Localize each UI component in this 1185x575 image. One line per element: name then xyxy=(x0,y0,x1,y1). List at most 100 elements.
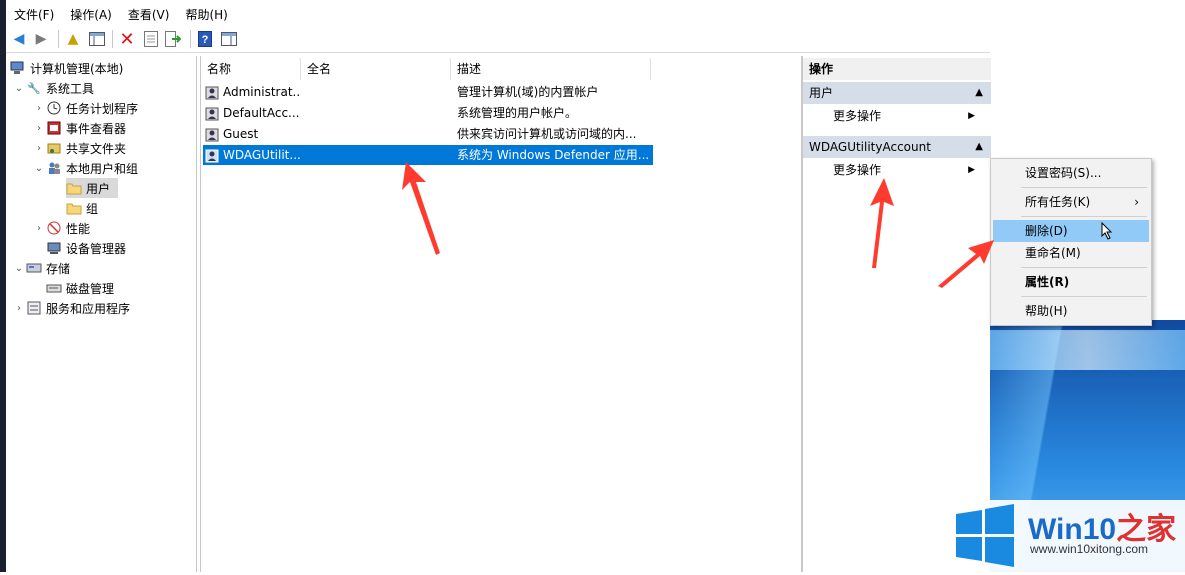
submenu-arrow-icon: ▶ xyxy=(968,111,975,121)
table-row[interactable]: DefaultAcc... 系统管理的用户帐户。 xyxy=(203,103,653,123)
device-manager-icon xyxy=(46,240,62,256)
tree-disk-management[interactable]: 磁盘管理 xyxy=(32,278,114,298)
tree-task-scheduler[interactable]: › 任务计划程序 xyxy=(32,98,138,118)
row-description: 供来宾访问计算机或访问域的内... xyxy=(457,127,637,141)
menu-item-set-password[interactable]: 设置密码(S)... xyxy=(993,162,1149,184)
column-header-fullname[interactable]: 全名 xyxy=(301,58,451,80)
collapse-up-icon[interactable]: ▲ xyxy=(975,82,983,104)
menu-item-help[interactable]: 帮助(H) xyxy=(993,300,1149,322)
row-name: DefaultAcc... xyxy=(223,106,300,120)
tree-storage[interactable]: ⌄ 存储 xyxy=(12,258,70,278)
chevron-right-icon[interactable]: › xyxy=(12,303,26,314)
table-row[interactable]: Administrat... 管理计算机(域)的内置帐户 xyxy=(203,82,653,102)
chevron-down-icon[interactable]: ⌄ xyxy=(12,83,26,94)
back-icon[interactable]: ◀ xyxy=(10,30,28,48)
clock-icon xyxy=(46,100,62,116)
actions-section-users-label: 用户 xyxy=(809,86,834,100)
chevron-down-icon[interactable]: ⌄ xyxy=(12,263,26,274)
properties-icon[interactable] xyxy=(142,30,160,48)
folder-icon xyxy=(66,180,82,196)
column-header-description[interactable]: 描述 xyxy=(451,58,651,80)
menu-item-rename[interactable]: 重命名(M) xyxy=(993,242,1149,264)
watermark-url: www.win10xitong.com xyxy=(1030,542,1149,556)
submenu-arrow-icon: ▶ xyxy=(968,165,975,175)
delete-icon[interactable]: ✕ xyxy=(118,29,136,50)
tree-device-manager[interactable]: 设备管理器 xyxy=(32,238,126,258)
menu-item-delete[interactable]: 删除(D) xyxy=(993,220,1149,242)
user-icon xyxy=(205,145,221,165)
tools-icon: 🔧 xyxy=(27,81,41,95)
menu-item-delete-label: 删除(D) xyxy=(1025,224,1068,238)
tree-services-apps[interactable]: › 服务和应用程序 xyxy=(12,298,130,318)
annotation-arrow-3 xyxy=(938,240,994,288)
services-icon xyxy=(26,300,42,316)
menu-file[interactable]: 文件(F) xyxy=(6,4,62,24)
context-menu: 设置密码(S)... 所有任务(K) › 删除(D) 重命名(M) 属性(R) … xyxy=(990,158,1152,326)
menu-help[interactable]: 帮助(H) xyxy=(177,4,235,24)
tree-root[interactable]: 计算机管理(本地) xyxy=(10,58,123,78)
up-folder-icon[interactable]: ▲ xyxy=(64,30,82,48)
menu-item-all-tasks[interactable]: 所有任务(K) › xyxy=(993,191,1149,213)
user-icon xyxy=(205,103,221,123)
user-icon xyxy=(205,124,221,144)
chevron-right-icon[interactable]: › xyxy=(32,143,46,154)
actions-section-account-label: WDAGUtilityAccount xyxy=(809,140,931,154)
computer-management-window: 文件(F) 操作(A) 查看(V) 帮助(H) ◀ ▶ ▲ ✕ ? 计算机管理(… xyxy=(6,0,991,572)
actions-title: 操作 xyxy=(803,58,991,80)
row-description: 系统管理的用户帐户。 xyxy=(457,106,578,120)
actions-pane: 操作 用户 ▲ 更多操作 ▶ WDAGUtilityAccount ▲ 更多操作… xyxy=(802,56,991,572)
show-hide-tree-icon[interactable] xyxy=(88,30,106,48)
chevron-down-icon[interactable]: ⌄ xyxy=(32,163,46,174)
chevron-right-icon: › xyxy=(1134,195,1139,209)
tree-root-label: 计算机管理(本地) xyxy=(30,61,124,76)
win10-watermark-logo: Win10之家 www.win10xitong.com xyxy=(952,500,1185,572)
actions-section-account[interactable]: WDAGUtilityAccount ▲ xyxy=(803,136,991,158)
column-header-name[interactable]: 名称 xyxy=(201,58,301,80)
more-actions-users[interactable]: 更多操作 ▶ xyxy=(833,106,983,126)
toolbar: ◀ ▶ ▲ ✕ ? xyxy=(6,26,990,53)
more-actions-label: 更多操作 xyxy=(833,109,882,123)
tree-performance[interactable]: › 性能 xyxy=(32,218,90,238)
export-icon[interactable] xyxy=(164,30,182,48)
chevron-right-icon[interactable]: › xyxy=(32,223,46,234)
actions-section-users[interactable]: 用户 ▲ xyxy=(803,82,991,104)
row-name: Guest xyxy=(223,127,259,141)
show-action-pane-icon[interactable] xyxy=(220,30,238,48)
help-icon[interactable]: ? xyxy=(196,30,214,48)
tree-local-users-groups[interactable]: ⌄ 本地用户和组 xyxy=(32,158,138,178)
tree-groups-label: 组 xyxy=(86,201,99,216)
row-description: 系统为 Windows Defender 应用... xyxy=(457,148,650,162)
row-name: WDAGUtilit... xyxy=(223,148,301,162)
computer-management-icon xyxy=(10,60,26,76)
shared-folder-icon xyxy=(46,140,62,156)
table-row[interactable]: Guest 供来宾访问计算机或访问域的内... xyxy=(203,124,653,144)
tree-groups[interactable]: 组 xyxy=(66,198,98,218)
tree-storage-label: 存储 xyxy=(46,261,71,276)
more-actions-account[interactable]: 更多操作 ▶ xyxy=(833,160,983,180)
tree-performance-label: 性能 xyxy=(66,221,91,236)
tree-local-users-groups-label: 本地用户和组 xyxy=(66,161,139,176)
chevron-right-icon[interactable]: › xyxy=(32,103,46,114)
menu-item-all-tasks-label: 所有任务(K) xyxy=(1025,195,1091,209)
disk-icon xyxy=(46,280,62,296)
annotation-arrow-2 xyxy=(870,178,894,268)
menu-bar: 文件(F) 操作(A) 查看(V) 帮助(H) xyxy=(6,4,990,24)
tree-system-tools-label: 系统工具 xyxy=(46,81,95,96)
menu-item-properties[interactable]: 属性(R) xyxy=(993,271,1149,293)
tree-shared-folders[interactable]: › 共享文件夹 xyxy=(32,138,126,158)
forward-icon[interactable]: ▶ xyxy=(32,30,50,48)
storage-icon xyxy=(26,260,42,276)
navigation-tree: 计算机管理(本地) ⌄ 🔧 系统工具 › 任务计划程序 › 事件查看器 › 共享… xyxy=(6,56,197,572)
chevron-right-icon[interactable]: › xyxy=(32,123,46,134)
tree-users[interactable]: 用户 xyxy=(66,178,118,198)
users-group-icon xyxy=(46,160,62,176)
more-actions-label: 更多操作 xyxy=(833,163,882,177)
menu-action[interactable]: 操作(A) xyxy=(62,4,120,24)
user-icon xyxy=(205,82,221,102)
tree-system-tools[interactable]: ⌄ 🔧 系统工具 xyxy=(12,78,94,98)
performance-icon xyxy=(46,220,62,236)
menu-view[interactable]: 查看(V) xyxy=(120,4,178,24)
tree-event-viewer[interactable]: › 事件查看器 xyxy=(32,118,126,138)
tree-users-label: 用户 xyxy=(86,181,111,196)
collapse-up-icon[interactable]: ▲ xyxy=(975,136,983,158)
